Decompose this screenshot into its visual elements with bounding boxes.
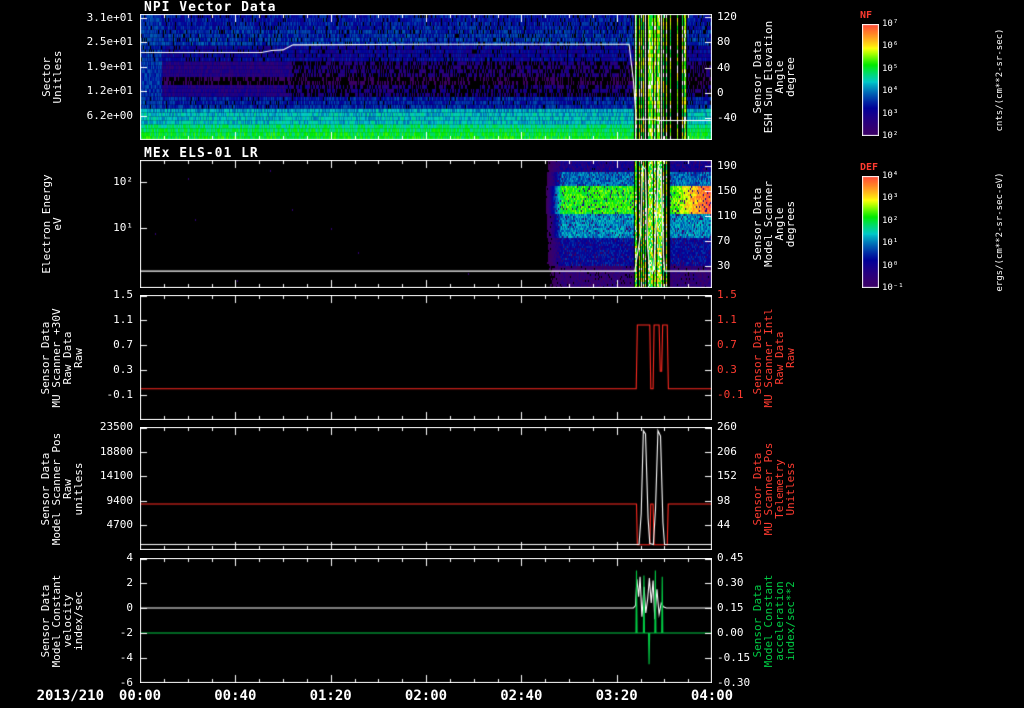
y-tick-label: 70	[717, 234, 731, 248]
y-tick-label: 1.1	[717, 313, 737, 326]
y-tick-label: 0.00	[717, 626, 744, 639]
y-tick-label: 2.5e+01	[86, 35, 133, 49]
y-tick-label: 4700	[106, 518, 134, 532]
y-tick-label: 260	[717, 420, 737, 433]
colorbar-tick-label: 10²	[882, 131, 899, 141]
colorbar-tick-label: 10⁴	[882, 86, 899, 97]
y-tick-label: -0.1	[717, 388, 744, 401]
y-tick-label: 1.1	[113, 313, 133, 326]
x-tick-label: 03:20	[595, 688, 638, 704]
left-axis-label: Electron Energy eV	[40, 174, 64, 274]
y-tick-label: 0	[717, 85, 724, 99]
x-tick-label: 00:00	[118, 688, 162, 704]
colorbar-nf-gradient	[862, 24, 879, 136]
x-tick-label: 02:00	[404, 688, 448, 704]
right-axis-label: Sensor Data MU Scanner Intl Raw Data Raw	[751, 307, 797, 408]
npi-spectrogram-canvas[interactable]	[140, 14, 712, 140]
right-axis-label: Sensor Data Model Scanner Angle degrees	[751, 180, 797, 268]
x-tick-label: 04:00	[690, 688, 734, 704]
colorbar-tick-label: 10⁻¹	[882, 283, 904, 293]
y-tick-label: 1.9e+01	[86, 59, 133, 73]
colorbar-tick-label: 10³	[882, 193, 899, 204]
y-tick-label: 40	[717, 60, 731, 74]
y-tick-label: 10¹	[113, 221, 133, 235]
y-tick-label: 0.7	[113, 338, 133, 351]
y-tick-label: -0.15	[717, 651, 751, 664]
colorbar-nf-title: NF	[860, 10, 873, 21]
y-tick-label: 120	[717, 10, 737, 24]
y-tick-label: 0.45	[717, 551, 744, 564]
panel-title: MEx ELS-01 LR	[144, 146, 259, 161]
y-tick-label: 6.2e+00	[86, 108, 133, 122]
y-tick-label: 152	[717, 469, 737, 483]
y-tick-label: 0	[126, 601, 133, 614]
y-tick-label: 30	[717, 259, 731, 273]
y-tick-label: 0.30	[717, 576, 744, 589]
mu-scanner-raw-plot-canvas[interactable]	[140, 295, 712, 420]
scanner-pos-plot-canvas[interactable]	[140, 427, 712, 550]
y-tick-label: -0.1	[106, 388, 134, 401]
y-tick-label: 0.7	[717, 338, 737, 351]
y-tick-label: 3.1e+01	[86, 10, 133, 24]
y-tick-label: 98	[717, 493, 731, 507]
colorbar-tick-label: 10⁵	[882, 63, 899, 74]
right-axis-label: Sensor Data Model Constant acceleration …	[751, 574, 797, 667]
y-tick-label: -40	[717, 110, 737, 124]
y-tick-label: 44	[717, 518, 731, 532]
y-tick-label: 9400	[106, 493, 134, 507]
colorbar-def-title: DEF	[860, 162, 879, 173]
y-tick-label: 1.5	[717, 288, 737, 301]
colorbar-def-gradient	[862, 176, 879, 288]
y-tick-label: 0.15	[717, 601, 744, 614]
y-tick-label: 0.3	[113, 363, 133, 376]
y-tick-label: 206	[717, 444, 737, 458]
left-axis-label: Sensor Data Model Scanner Pos Raw unitle…	[39, 432, 85, 545]
colorbar-tick-label: 10¹	[882, 238, 899, 249]
colorbar-tick-label: 10⁴	[882, 171, 899, 181]
colorbar-tick-label: 10⁷	[882, 19, 899, 29]
colorbar-tick-label: 10⁶	[882, 41, 899, 52]
y-tick-label: 4	[126, 551, 133, 564]
y-tick-label: 10²	[113, 174, 133, 188]
y-tick-label: 18800	[99, 444, 133, 458]
x-tick-label: 00:40	[214, 688, 257, 704]
date-label: 2013/210	[36, 688, 104, 704]
right-axis-label: Sensor Data ESH Sun Elevation Angle degr…	[751, 20, 797, 134]
y-tick-label: 0.3	[717, 363, 737, 376]
y-tick-label: 150	[717, 184, 737, 198]
x-tick-label: 01:20	[309, 688, 352, 704]
colorbar-tick-label: 10⁰	[882, 260, 899, 271]
plot-figure: NPI Vector Data Sector Unitless Sensor D…	[0, 0, 1024, 708]
y-tick-label: 2	[126, 576, 133, 589]
y-tick-label: 1.5	[113, 288, 133, 301]
colorbar-tick-label: 10²	[882, 215, 899, 226]
left-axis-label: Sector Unitless	[40, 50, 64, 104]
y-tick-label: 14100	[99, 469, 133, 483]
y-tick-label: 23500	[99, 420, 133, 433]
colorbar-def-unit-label: ergs/(cm**2-sr-sec-eV)	[995, 172, 1005, 292]
colorbar-nf-unit-label: cnts/(cm**2-sr-sec)	[995, 28, 1005, 132]
els-spectrogram-canvas[interactable]	[140, 160, 712, 288]
panel-title: NPI Vector Data	[144, 0, 277, 15]
colorbar-tick-label: 10³	[882, 108, 899, 119]
right-axis-label: Sensor Data MU Scanner Pos Telemetry Uni…	[751, 442, 797, 535]
y-tick-label: 80	[717, 35, 731, 49]
y-tick-label: -2	[119, 626, 133, 639]
left-axis-label: Sensor Data Model Constant velocity inde…	[39, 574, 85, 667]
y-tick-label: 110	[717, 209, 737, 223]
y-tick-label: 190	[717, 159, 737, 173]
x-tick-label: 02:40	[500, 688, 543, 704]
left-axis-label: Sensor Data MU Scanner +30V Raw Data Raw	[39, 307, 85, 408]
y-tick-label: -4	[119, 651, 133, 664]
y-tick-label: 1.2e+01	[86, 84, 133, 98]
model-constant-plot-canvas[interactable]	[140, 558, 712, 683]
